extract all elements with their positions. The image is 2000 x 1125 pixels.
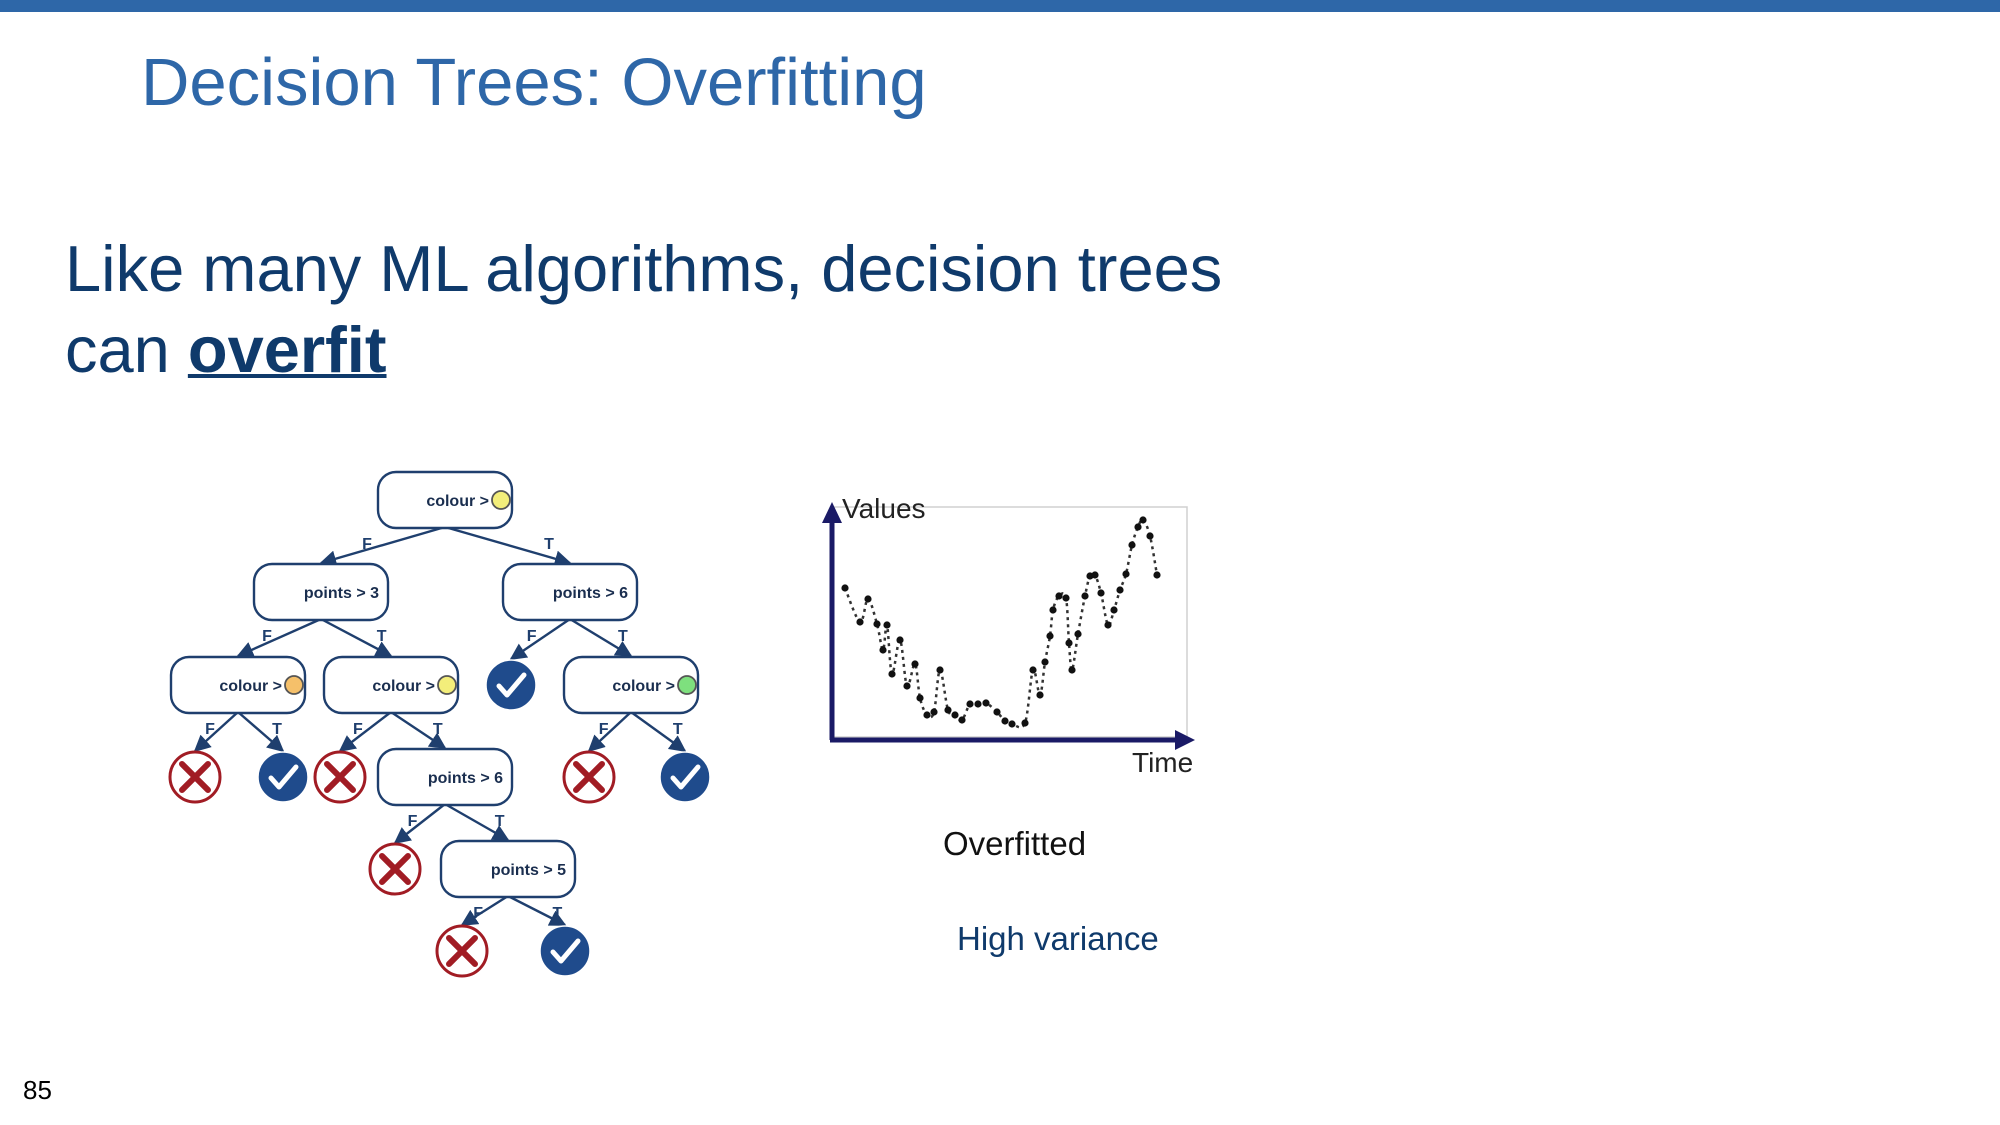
data-point [841,584,849,592]
plot-caption: Overfitted [943,825,1087,862]
data-point [1146,532,1154,540]
data-point [1074,630,1082,638]
data-point [1091,571,1099,579]
data-point [1046,632,1054,640]
data-point [1097,589,1105,597]
data-point [1055,592,1063,600]
data-point [1065,639,1073,647]
data-point [1068,666,1076,674]
variance-note: High variance [957,920,1159,957]
data-point [1116,586,1124,594]
data-point [1110,606,1118,614]
data-point [1036,691,1044,699]
data-point [1104,621,1112,629]
data-point [864,595,872,603]
data-point [982,699,990,707]
data-point [879,646,887,654]
data-point [911,660,919,668]
data-point [896,636,904,644]
data-point [923,711,931,719]
data-point [1153,571,1161,579]
data-point [1008,720,1016,728]
data-point [1139,516,1147,524]
page-number: 85 [23,1075,52,1105]
data-point [1062,594,1070,602]
data-point [974,700,982,708]
data-point [1081,592,1089,600]
data-point [1001,717,1009,725]
data-point [916,694,924,702]
data-point [958,716,966,724]
data-point [1029,666,1037,674]
data-point [856,618,864,626]
x-axis-label: Time [1132,747,1193,778]
data-point [883,621,891,629]
data-point [993,708,1001,716]
data-point [930,708,938,716]
data-point [1128,541,1136,549]
data-point [1134,523,1142,531]
data-point [903,682,911,690]
data-point [944,706,952,714]
data-point [1122,570,1130,578]
data-point [1041,658,1049,666]
data-point [1021,719,1029,727]
data-point [951,711,959,719]
data-point [1049,606,1057,614]
data-point [873,620,881,628]
data-point [936,666,944,674]
data-point [888,670,896,678]
y-axis-label: Values [842,493,926,524]
data-point [966,700,974,708]
